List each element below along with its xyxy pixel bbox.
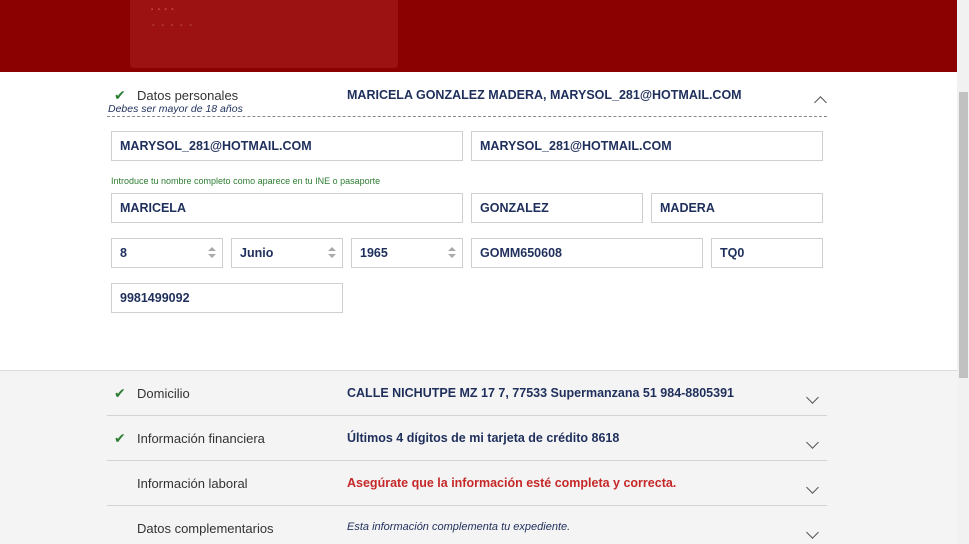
header-banner: · · · · · · · · · [0,0,957,72]
financiera-summary: Últimos 4 dígitos de mi tarjeta de crédi… [347,431,620,445]
card-image: · · · · · · · · · [130,0,398,68]
divider [107,505,827,506]
homoclave-field[interactable]: TQ0 [711,238,823,268]
second-last-name-field[interactable]: MADERA [651,193,823,223]
laboral-warning: Asegúrate que la información esté comple… [347,476,677,490]
birth-day-select[interactable]: 8 [111,238,223,268]
card-image-text: · · · · [150,4,174,16]
age-hint: Debes ser mayor de 18 años [108,103,243,115]
divider [107,460,827,461]
last-name-field[interactable]: GONZALEZ [471,193,643,223]
domicilio-summary: CALLE NICHUTPE MZ 17 7, 77533 Supermanza… [347,386,734,400]
scrollbar-thumb[interactable] [959,92,968,378]
birth-year-value: 1965 [360,246,388,260]
updown-icon [328,247,336,259]
divider [107,116,827,117]
card-image-text-2: · · · · · [150,18,193,32]
check-icon: ✔ [114,385,126,401]
updown-icon [208,247,216,259]
chevron-up-icon[interactable] [814,96,827,109]
section-title-laboral[interactable]: Información laboral [137,476,248,491]
birth-year-select[interactable]: 1965 [351,238,463,268]
check-icon: ✔ [114,430,126,446]
first-name-field[interactable]: MARICELA [111,193,463,223]
section-title-financiera[interactable]: Información financiera [137,431,265,446]
section-title-domicilio[interactable]: Domicilio [137,386,190,401]
section-title-complementarios[interactable]: Datos complementarios [137,521,274,536]
phone-field[interactable]: 9981499092 [111,283,343,313]
email-field[interactable]: MARYSOL_281@HOTMAIL.COM [111,131,463,161]
birth-month-value: Junio [240,246,274,260]
email-confirm-field[interactable]: MARYSOL_281@HOTMAIL.COM [471,131,823,161]
updown-icon [448,247,456,259]
personal-summary: MARICELA GONZALEZ MADERA, MARYSOL_281@HO… [347,88,742,102]
section-title-personal[interactable]: Datos personales [137,88,238,103]
complementarios-note: Esta información complementa tu expedien… [347,521,571,533]
birth-month-select[interactable]: Junio [231,238,343,268]
birth-day-value: 8 [120,246,127,260]
name-hint: Introduce tu nombre completo como aparec… [111,176,381,186]
divider [107,415,827,416]
check-icon: ✔ [114,87,126,103]
rfc-field[interactable]: GOMM650608 [471,238,703,268]
